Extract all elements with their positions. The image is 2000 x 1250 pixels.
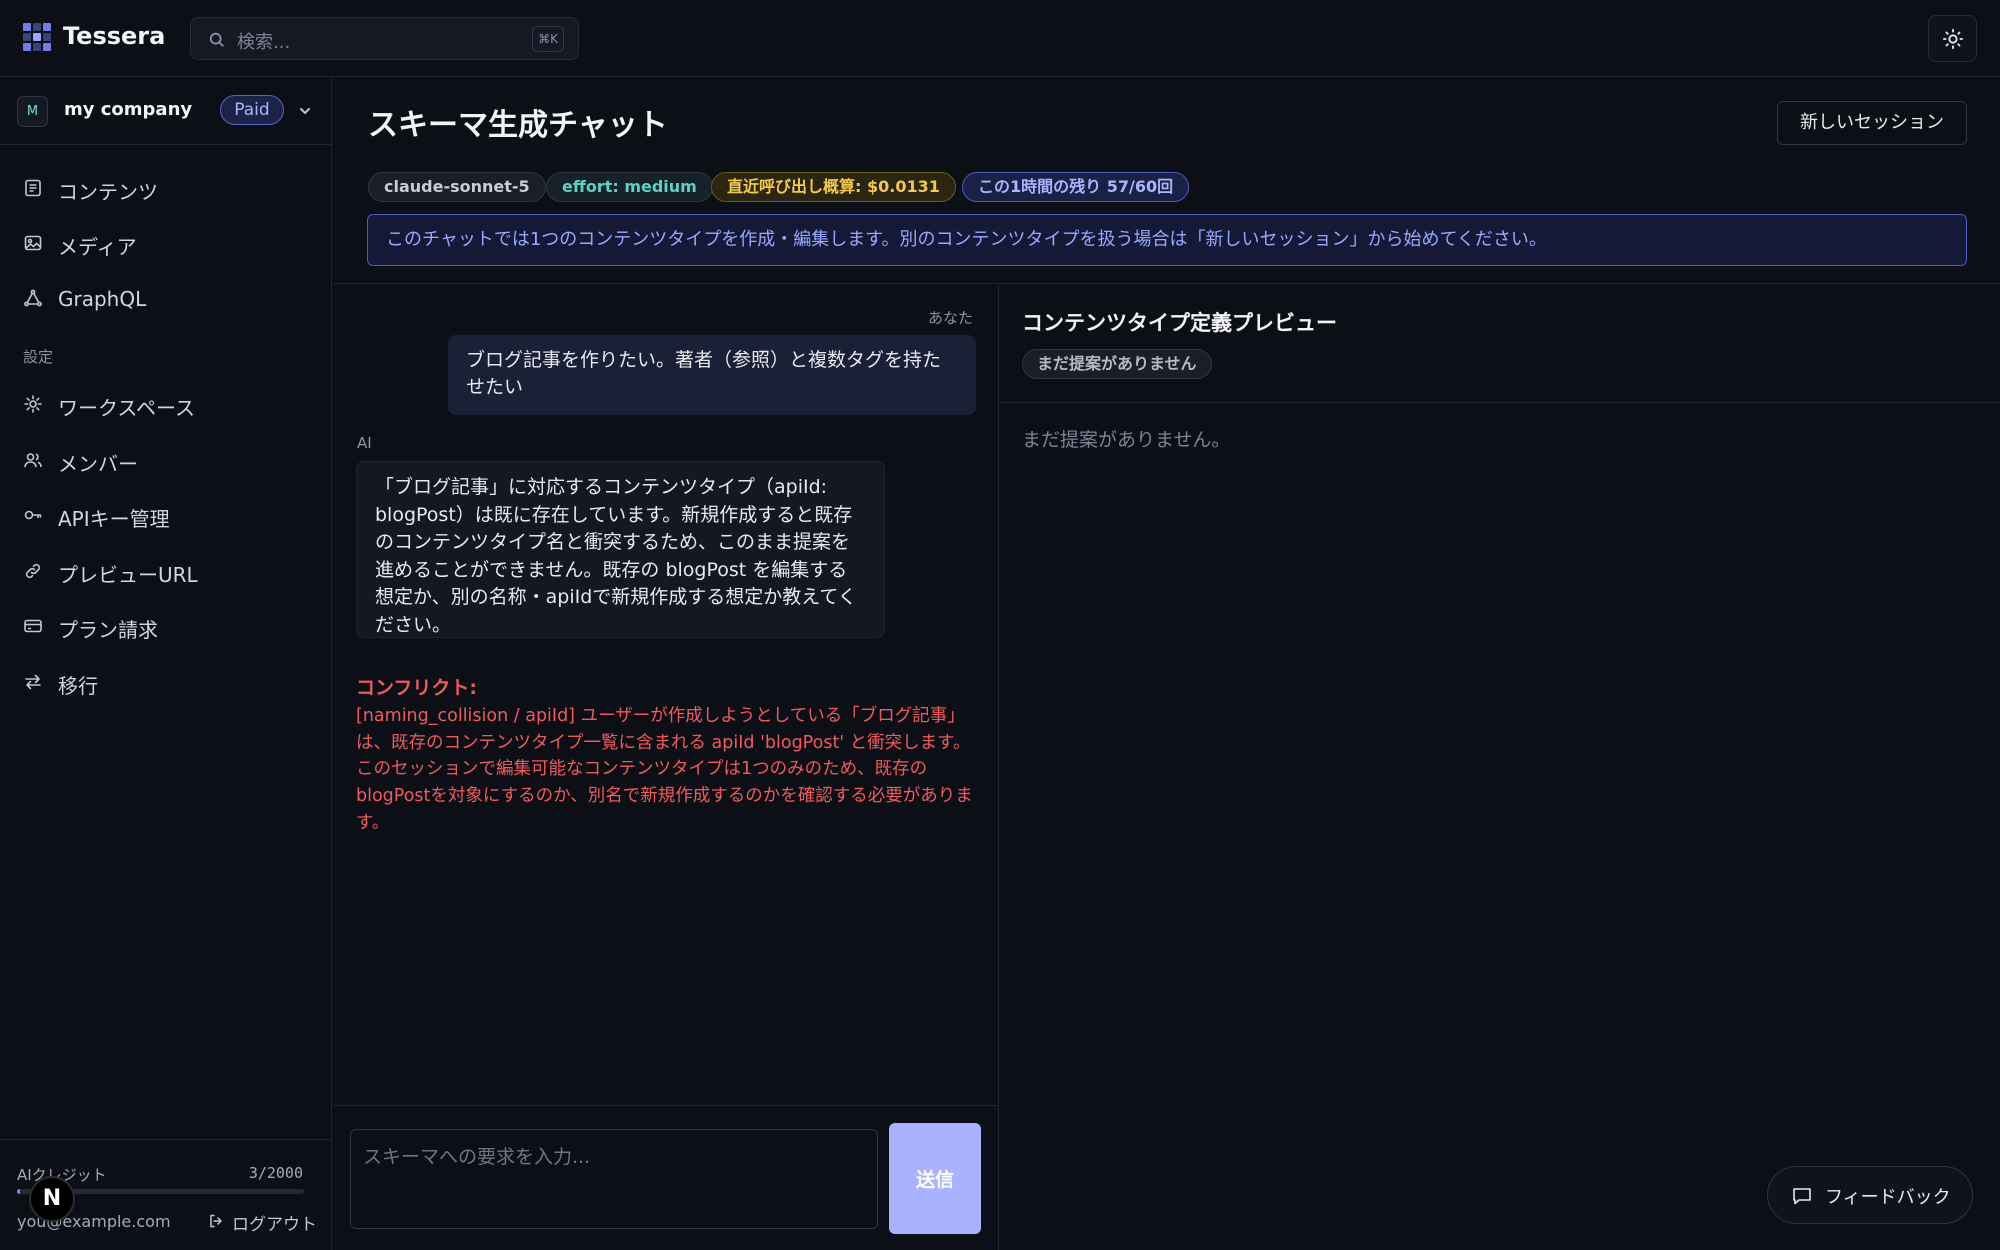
ai-credits-value: 3/2000 xyxy=(248,1164,303,1182)
sidebar-item-billing[interactable]: プラン請求 xyxy=(0,604,331,648)
feedback-label: フィードバック xyxy=(1825,1187,1951,1208)
sidebar-item-workspace[interactable]: ワークスペース xyxy=(0,382,331,426)
search-icon xyxy=(209,32,224,47)
sidebar-item-migration[interactable]: 移行 xyxy=(0,660,331,704)
schema-request-input[interactable] xyxy=(350,1129,878,1229)
rate-limit-badge: この1時間の残り 57/60回 xyxy=(962,172,1190,202)
top-bar: Tessera 検索... ⌘K xyxy=(0,0,2000,77)
sidebar-item-label: コンテンツ xyxy=(58,180,158,204)
org-switcher[interactable]: M my company Paid xyxy=(0,78,331,145)
model-badge: claude-sonnet-5 xyxy=(368,172,546,202)
search-box[interactable]: 検索... ⌘K xyxy=(190,17,579,60)
image-icon xyxy=(24,235,42,251)
logout-label: ログアウト xyxy=(232,1215,317,1235)
session-notice: このチャットでは1つのコンテンツタイプを作成・編集します。別のコンテンツタイプを… xyxy=(367,214,1967,266)
feedback-button[interactable]: フィードバック xyxy=(1767,1166,1973,1224)
chat-panel: あなた ブログ記事を作りたい。著者（参照）と複数タグを持たせたい AI 「ブログ… xyxy=(333,285,999,1250)
divider xyxy=(1000,402,2000,403)
plan-badge: Paid xyxy=(220,95,284,125)
search-placeholder: 検索... xyxy=(237,32,291,53)
sidebar-item-api-keys[interactable]: APIキー管理 xyxy=(0,493,331,537)
ai-message: 「ブログ記事」に対応するコンテンツタイプ（apiId: blogPost）は既に… xyxy=(356,461,885,638)
new-session-button[interactable]: 新しいセッション xyxy=(1777,101,1967,145)
main-header: スキーマ生成チャット 新しいセッション claude-sonnet-5 effo… xyxy=(333,78,2000,284)
settings-section-label: 設定 xyxy=(23,348,54,366)
org-avatar: M xyxy=(17,96,48,127)
page-title: スキーマ生成チャット xyxy=(368,108,668,143)
search-shortcut: ⌘K xyxy=(532,26,564,52)
user-label: あなた xyxy=(927,309,973,327)
sidebar-item-label: APIキー管理 xyxy=(58,507,170,531)
cost-badge: 直近呼び出し概算: $0.0131 xyxy=(711,172,956,202)
send-button[interactable]: 送信 xyxy=(889,1123,981,1234)
conflict-message: [naming_collision / apiId] ユーザーが作成しようとして… xyxy=(356,706,973,833)
chat-composer: 送信 xyxy=(333,1105,999,1250)
preview-panel: コンテンツタイプ定義プレビュー まだ提案がありません まだ提案がありません。 フ… xyxy=(1000,285,2000,1250)
sidebar-item-label: 移行 xyxy=(58,674,98,698)
conflict-title: コンフリクト: xyxy=(356,677,478,699)
sidebar-item-label: GraphQL xyxy=(58,287,147,311)
sidebar-item-media[interactable]: メディア xyxy=(0,221,331,265)
sidebar-item-label: ワークスペース xyxy=(58,396,195,420)
sidebar-item-graphql[interactable]: GraphQL xyxy=(0,277,331,321)
ai-label: AI xyxy=(357,434,372,452)
theme-toggle-button[interactable] xyxy=(1928,15,1977,62)
gear-icon xyxy=(24,395,42,413)
org-name: my company xyxy=(64,99,193,120)
link-icon xyxy=(25,563,41,579)
sun-icon xyxy=(1942,28,1964,50)
users-icon xyxy=(24,453,42,468)
preview-status-badge: まだ提案がありません xyxy=(1022,349,1212,379)
credit-card-icon xyxy=(24,619,42,633)
user-message: ブログ記事を作りたい。著者（参照）と複数タグを持たせたい xyxy=(448,335,976,415)
chevron-down-icon xyxy=(300,108,310,115)
sidebar-item-label: プレビューURL xyxy=(58,563,198,587)
sidebar-item-label: メンバー xyxy=(58,452,138,476)
preview-title: コンテンツタイプ定義プレビュー xyxy=(1022,311,1337,335)
tessera-logo-icon xyxy=(23,23,51,51)
preview-empty-text: まだ提案がありません。 xyxy=(1022,429,1231,451)
nextjs-dev-indicator[interactable]: N xyxy=(29,1176,75,1222)
arrows-swap-icon xyxy=(25,674,41,690)
key-icon xyxy=(24,510,42,520)
app-title: Tessera xyxy=(63,22,166,50)
sidebar-item-label: プラン請求 xyxy=(58,618,158,642)
chat-bubble-icon xyxy=(1793,1188,1811,1205)
logout-icon xyxy=(210,1214,223,1228)
sidebar: M my company Paid コンテンツ メディア GraphQL 設定 … xyxy=(0,78,332,1250)
sidebar-item-contents[interactable]: コンテンツ xyxy=(0,166,331,210)
sidebar-item-preview-url[interactable]: プレビューURL xyxy=(0,549,331,593)
sidebar-item-members[interactable]: メンバー xyxy=(0,438,331,482)
effort-badge: effort: medium xyxy=(546,172,713,202)
sidebar-item-label: メディア xyxy=(58,235,137,259)
graph-icon xyxy=(24,289,42,307)
document-icon xyxy=(25,179,41,197)
